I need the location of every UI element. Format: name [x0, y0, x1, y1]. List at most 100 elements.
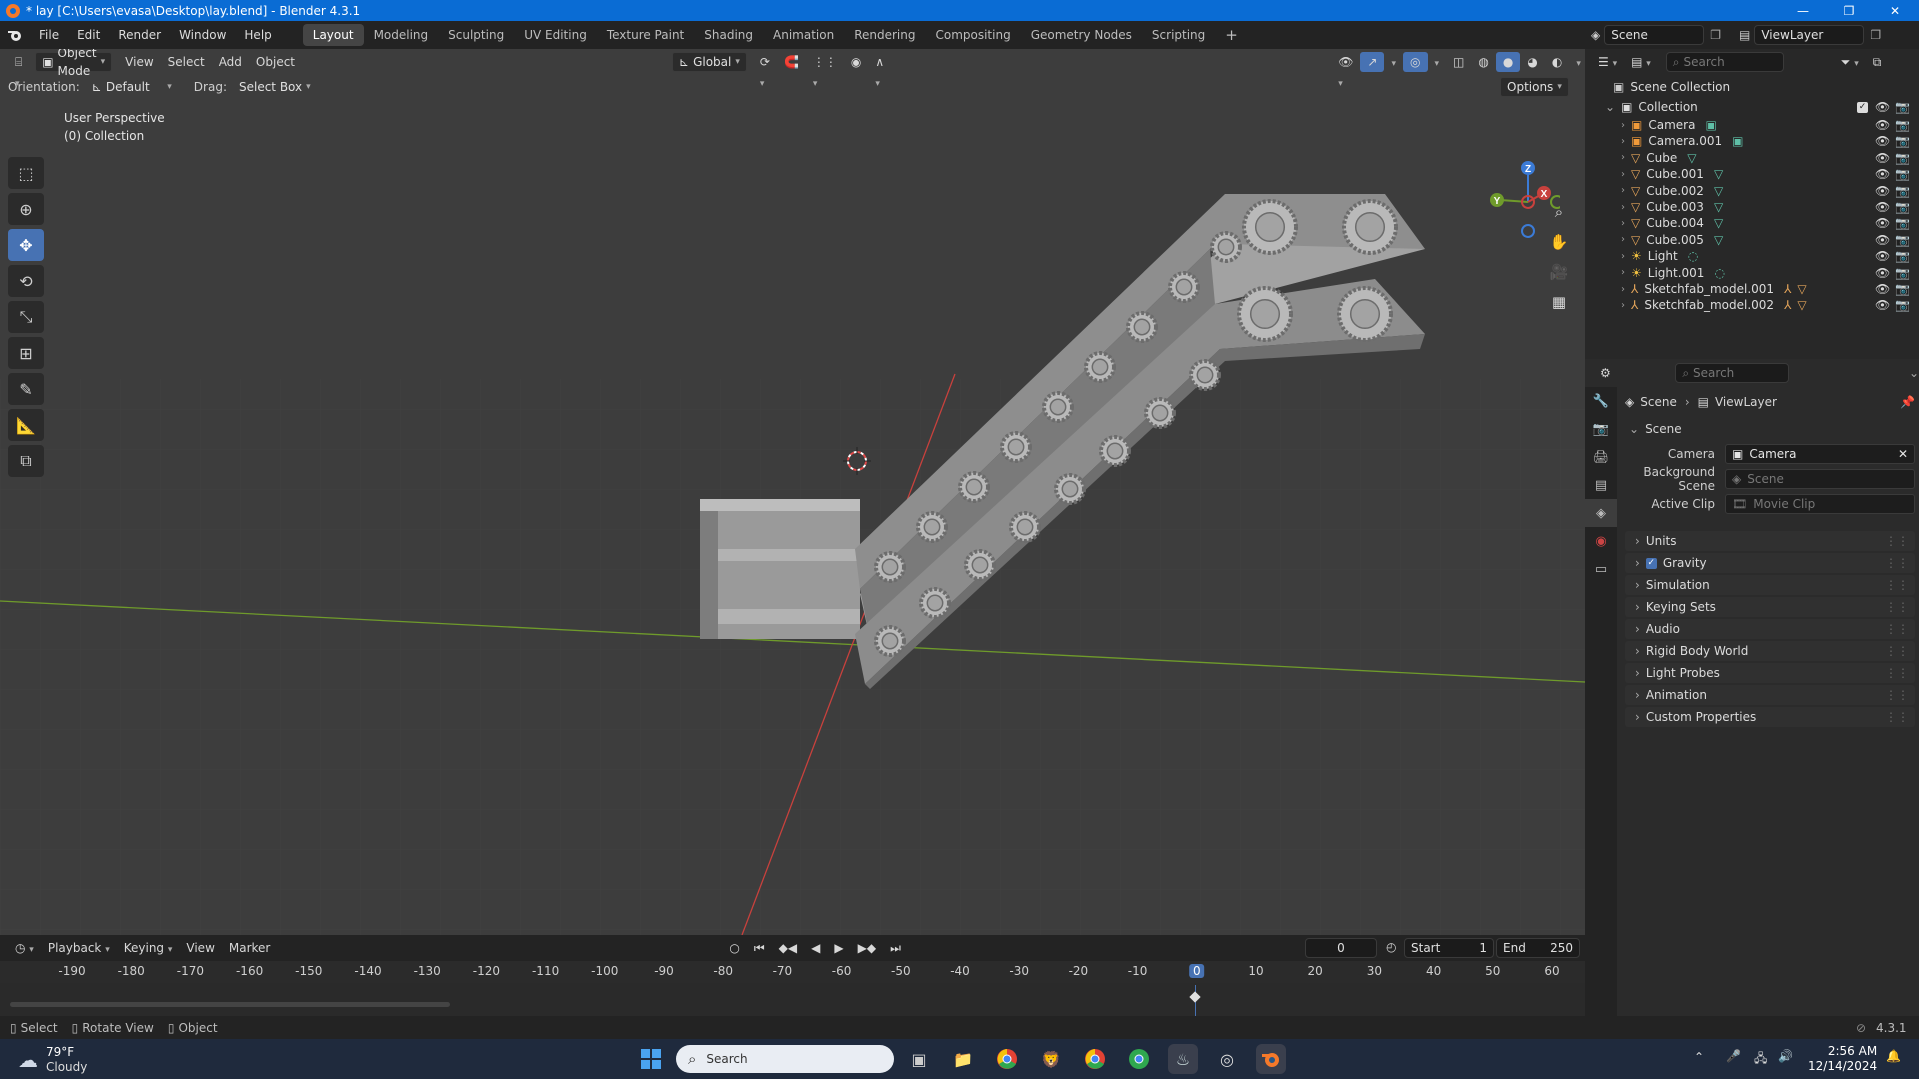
chevron-down-icon[interactable]: ⌄	[1605, 100, 1615, 114]
tab-shading[interactable]: Shading	[694, 24, 763, 46]
outliner-item[interactable]: › ⅄ Sketchfab_model.002 ⅄ ▽ 👁 📷	[1585, 297, 1919, 313]
world-tab-icon[interactable]: ◉	[1585, 527, 1617, 555]
mesh-data-icon[interactable]: ▽	[1797, 298, 1806, 312]
drag-handle-icon[interactable]: ⋮⋮	[1885, 556, 1909, 570]
scene-field[interactable]: Scene	[1604, 25, 1705, 45]
exclude-checkbox[interactable]: ✓	[1857, 101, 1868, 113]
blender-menu-icon[interactable]	[0, 28, 30, 42]
tab-layout[interactable]: Layout	[302, 24, 364, 46]
ortho-grid-icon[interactable]: ▦	[1546, 289, 1572, 315]
microphone-icon[interactable]: 🎤	[1726, 1049, 1741, 1063]
chrome-alt-icon[interactable]	[1124, 1044, 1154, 1074]
obs-icon[interactable]: ◎	[1212, 1044, 1242, 1074]
visibility-eye-icon[interactable]: 👁	[1875, 298, 1890, 312]
visibility-eye-icon[interactable]: 👁	[1875, 118, 1890, 132]
render-camera-icon[interactable]: 📷	[1895, 216, 1910, 230]
snap-icon[interactable]: 🧲	[777, 52, 806, 72]
timeline-scrollbar[interactable]	[10, 1002, 450, 1007]
render-camera-icon[interactable]: 📷	[1895, 298, 1910, 312]
pivot-point-icon[interactable]: ⟳ ▾	[753, 52, 777, 89]
taskbar-search[interactable]: ⌕ Search	[676, 1045, 894, 1073]
chevron-right-icon[interactable]: ›	[1621, 202, 1625, 213]
visibility-eye-icon[interactable]: 👁	[1875, 184, 1890, 198]
drag-handle-icon[interactable]: ⋮⋮	[1885, 710, 1909, 724]
end-frame-field[interactable]: End 250	[1496, 938, 1580, 958]
chrome-icon[interactable]	[992, 1044, 1022, 1074]
brave-icon[interactable]: 🦁	[1036, 1044, 1066, 1074]
steam-icon[interactable]: ♨	[1168, 1044, 1198, 1074]
menu-edit[interactable]: Edit	[68, 24, 109, 46]
options-dropdown[interactable]: Options ▾	[1500, 77, 1569, 97]
view-layer-tab-icon[interactable]: ▤	[1585, 471, 1617, 499]
panel-gravity[interactable]: › ✓ Gravity ⋮⋮	[1625, 553, 1915, 573]
task-view-icon[interactable]: ▣	[904, 1044, 934, 1074]
playback-menu[interactable]: Playback ▾	[41, 938, 117, 958]
collection-tab-icon[interactable]: ▭	[1585, 555, 1617, 583]
file-explorer-icon[interactable]: 📁	[948, 1044, 978, 1074]
outliner-item[interactable]: › ⅄ Sketchfab_model.001 ⅄ ▽ 👁 📷	[1585, 281, 1919, 297]
chevron-right-icon[interactable]: ›	[1621, 218, 1625, 229]
outliner-item[interactable]: › ▣ Camera ▣ 👁 📷	[1585, 117, 1919, 133]
tool-tab-icon[interactable]: 🔧	[1585, 387, 1617, 415]
visibility-icon[interactable]: 👁 ▾	[1331, 52, 1360, 89]
properties-search[interactable]: ⌕ Search	[1675, 363, 1789, 383]
light-data-icon[interactable]: ◌	[1714, 266, 1724, 280]
shading-menu-icon[interactable]: ▾	[1569, 52, 1585, 72]
keying-menu[interactable]: Keying ▾	[117, 938, 180, 958]
visibility-eye-icon[interactable]: 👁	[1875, 100, 1890, 114]
close-button[interactable]: ✕	[1872, 0, 1918, 21]
panel-custom-properties[interactable]: › Custom Properties ⋮⋮	[1625, 707, 1915, 727]
jump-start-icon[interactable]: ⏮	[747, 938, 772, 958]
display-mode-icon[interactable]: ▤ ▾	[1624, 52, 1658, 72]
drag-dropdown[interactable]: Select Box ▾	[233, 77, 317, 97]
chevron-right-icon[interactable]: ›	[1621, 234, 1625, 245]
chevron-right-icon[interactable]: ›	[1621, 152, 1625, 163]
transform-tool[interactable]: ⊞	[8, 337, 44, 369]
filter-icon[interactable]: ⏷ ▾	[1834, 52, 1866, 72]
outliner-item[interactable]: › ☀ Light ◌ 👁 📷	[1585, 248, 1919, 264]
blender-taskbar-icon[interactable]	[1256, 1044, 1286, 1074]
visibility-eye-icon[interactable]: 👁	[1875, 249, 1890, 263]
timeline-view-menu[interactable]: View	[179, 938, 221, 958]
outliner-item[interactable]: › ☀ Light.001 ◌ 👁 📷	[1585, 265, 1919, 281]
gizmo-toggle-icon[interactable]: ↗	[1360, 52, 1385, 72]
menu-add[interactable]: Add	[212, 52, 249, 72]
render-camera-icon[interactable]: 📷	[1895, 266, 1910, 280]
timeline-ruler[interactable]: -190 -180 -170 -160 -150 -140 -130 -120 -110 -100…	[0, 961, 1585, 983]
chevron-down-icon[interactable]: ⌄	[1909, 366, 1919, 380]
current-frame-field[interactable]: 0	[1305, 938, 1377, 958]
gravity-checkbox[interactable]: ✓	[1645, 557, 1657, 569]
preview-range-icon[interactable]: ◴	[1386, 940, 1396, 954]
outliner-item[interactable]: › ▽ Cube.004 ▽ 👁 📷	[1585, 215, 1919, 231]
outliner-search[interactable]: ⌕ Search	[1665, 52, 1784, 72]
background-scene-field[interactable]: ◈ Scene	[1725, 469, 1915, 489]
render-camera-icon[interactable]: 📷	[1895, 151, 1910, 165]
render-tab-icon[interactable]: 📷	[1585, 415, 1617, 443]
properties-editor-icon[interactable]: ⚙ ▾	[1593, 363, 1625, 400]
next-keyframe-icon[interactable]: ▶◆	[851, 938, 883, 958]
new-scene-icon[interactable]: ❐	[1710, 28, 1721, 42]
orientation-dropdown[interactable]: ⊾ Default ▾	[86, 77, 178, 97]
transform-orientation-dropdown[interactable]: ⊾ Global ▾	[672, 52, 747, 72]
active-clip-field[interactable]: 🎞 Movie Clip	[1725, 494, 1915, 514]
marker-menu[interactable]: Marker	[222, 938, 277, 958]
overlay-toggle-icon[interactable]: ◎	[1403, 52, 1428, 72]
overlay-menu-icon[interactable]: ▾	[1428, 52, 1447, 72]
drag-handle-icon[interactable]: ⋮⋮	[1885, 600, 1909, 614]
pin-icon[interactable]: 📌	[1900, 395, 1915, 409]
tab-sculpting[interactable]: Sculpting	[438, 24, 514, 46]
camera-data-icon[interactable]: ▣	[1705, 118, 1716, 132]
tab-geometry-nodes[interactable]: Geometry Nodes	[1021, 24, 1142, 46]
chevron-right-icon[interactable]: ›	[1621, 284, 1625, 295]
menu-help[interactable]: Help	[235, 24, 280, 46]
panel-units[interactable]: › Units ⋮⋮	[1625, 531, 1915, 551]
mesh-data-icon[interactable]: ▽	[1714, 200, 1723, 214]
network-icon[interactable]: 🖧	[1754, 1049, 1767, 1070]
outliner-item[interactable]: › ▽ Cube ▽ 👁 📷	[1585, 150, 1919, 166]
move-tool[interactable]: ✥	[8, 229, 44, 261]
mesh-data-icon[interactable]: ▽	[1687, 151, 1696, 165]
render-camera-icon[interactable]: 📷	[1895, 282, 1910, 296]
volume-icon[interactable]: 🔊	[1778, 1049, 1793, 1063]
3d-viewport[interactable]: ⌸ ▾ ▣ Object Mode ▾ View Select Add Object…	[0, 49, 1585, 935]
drag-handle-icon[interactable]: ⋮⋮	[1885, 578, 1909, 592]
